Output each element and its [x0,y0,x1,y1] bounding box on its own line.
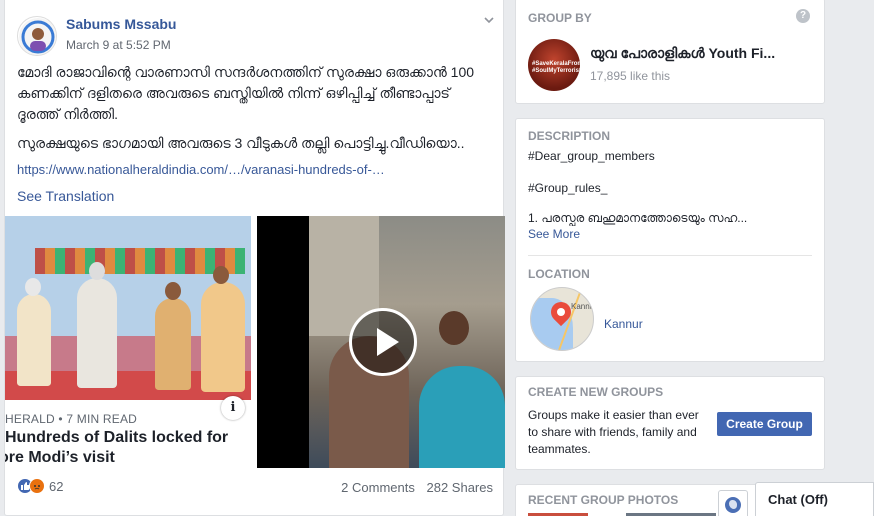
help-icon[interactable]: ? [796,9,810,23]
see-translation-link[interactable]: See Translation [17,188,114,204]
create-groups-description: Groups make it easier than ever to share… [528,408,699,456]
description-line: #Dear_group_members [528,149,655,163]
author-avatar[interactable] [17,16,57,56]
article-preview[interactable]: i HERALD • 7 MIN READ Hundreds of Dalits… [5,216,254,468]
globe-icon [725,497,741,513]
group-by-title: GROUP BY [528,11,592,25]
article-source: HERALD • 7 MIN READ [5,412,138,426]
reaction-count[interactable]: 62 [49,479,63,494]
group-by-card: GROUP BY ? #SaveKeralaFrom #SoulMyTerror… [515,0,825,104]
group-avatar-text: #SaveKeralaFrom #SoulMyTerrorists [532,61,580,74]
group-page-avatar[interactable]: #SaveKeralaFrom #SoulMyTerrorists [528,39,580,91]
notifications-globe-button[interactable] [718,490,748,516]
reactions-summary[interactable]: 62 [17,478,63,496]
headline-line: ore Modi’s visit [5,449,115,466]
post-body: മോദി രാജാവിന്റെ വാരണാസി സന്ദർശനത്തിന് സു… [17,62,487,162]
group-page-likes: 17,895 like this [590,69,671,83]
chat-bar[interactable]: Chat (Off) [755,482,874,516]
location-map[interactable]: Kannu [530,287,594,351]
article-photo[interactable] [5,216,251,400]
description-line: 1. പരസ്പര ബഹുമാനത്തോടെയും സഹ... [528,211,748,225]
location-name[interactable]: Kannur [604,317,643,331]
article-headline[interactable]: Hundreds of Dalits locked for ore Modi’s… [5,428,251,468]
recent-photos-title: RECENT GROUP PHOTOS [528,493,679,507]
map-label: Kannu [571,302,594,311]
see-more-link[interactable]: See More [528,227,580,241]
angry-icon [29,478,45,494]
create-groups-title: CREATE NEW GROUPS [528,385,664,399]
shares-count[interactable]: 282 Shares [427,480,494,495]
headline-line: Hundreds of Dalits locked for [5,429,229,446]
post-stats: 2 Comments 282 Shares [333,480,493,495]
create-groups-card: CREATE NEW GROUPS Groups make it easier … [515,376,825,470]
location-title: LOCATION [528,267,590,281]
article-link[interactable]: https://www.nationalheraldindia.com/…/va… [17,162,417,177]
author-name[interactable]: Sabums Mssabu [66,16,176,32]
post-paragraph: മോദി രാജാവിന്റെ വാരണാസി സന്ദർശനത്തിന് സു… [17,64,475,122]
description-line: #Group_rules_ [528,181,608,195]
info-icon[interactable]: i [221,396,245,420]
chevron-down-icon[interactable] [481,14,497,30]
post-header: Sabums Mssabu March 9 at 5:52 PM [17,10,497,56]
post-media: i HERALD • 7 MIN READ Hundreds of Dalits… [5,216,505,468]
post-card: Sabums Mssabu March 9 at 5:52 PM മോദി രാ… [4,0,505,516]
about-card: DESCRIPTION #Dear_group_members #Group_r… [515,118,825,362]
create-group-button[interactable]: Create Group [717,412,812,436]
divider [528,255,812,256]
chat-label: Chat (Off) [768,492,828,507]
post-paragraph: സുരക്ഷയുടെ ഭാഗമായി അവരുടെ 3 വീടുകൾ തല്ലി… [17,135,465,151]
play-icon[interactable] [349,308,417,376]
post-footer: 62 2 Comments 282 Shares [17,476,493,500]
description-title: DESCRIPTION [528,129,611,143]
post-timestamp[interactable]: March 9 at 5:52 PM [66,38,171,52]
group-page-name[interactable]: യുവ പോരാളികൾ Youth Fi... [590,45,820,62]
comments-count[interactable]: 2 Comments [341,480,415,495]
video-player[interactable] [257,216,505,468]
